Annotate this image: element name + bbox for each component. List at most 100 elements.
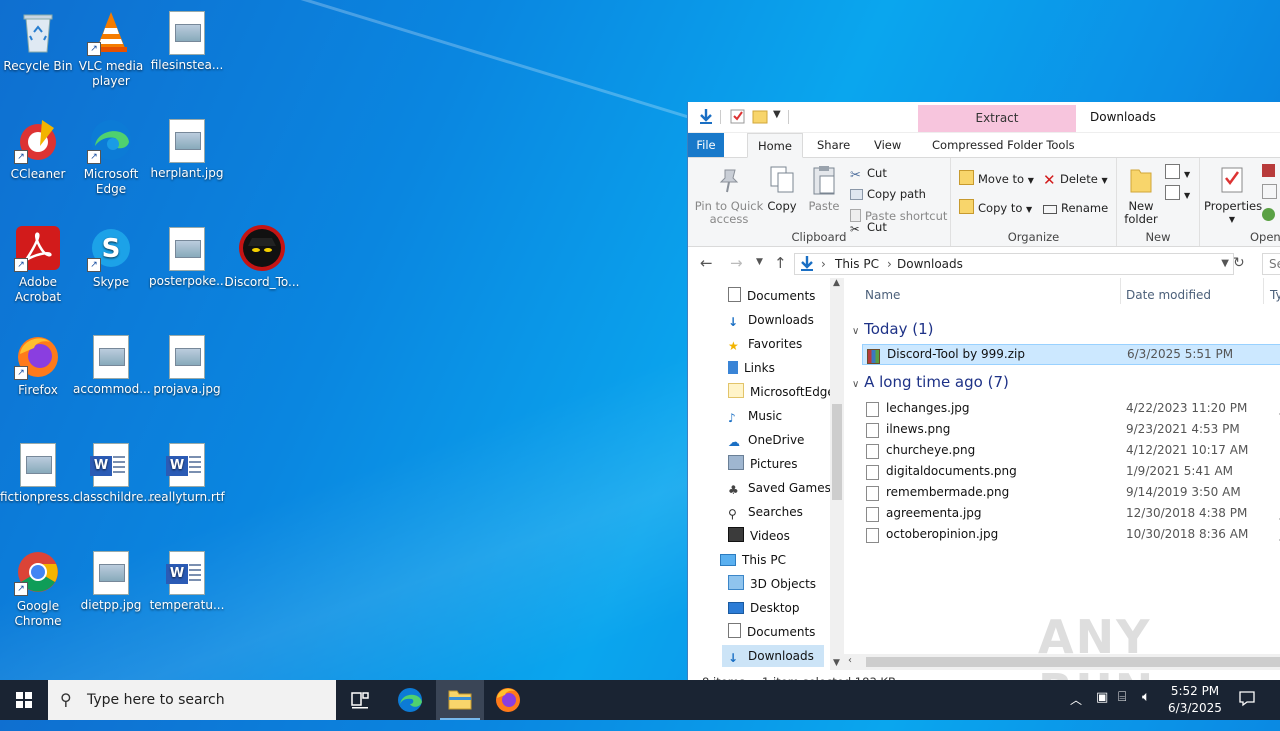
- tab-share[interactable]: Share: [807, 133, 860, 157]
- nav-item-onedrive[interactable]: ☁ OneDrive: [728, 429, 804, 451]
- scroll-left-chevron-icon[interactable]: ‹: [848, 655, 852, 666]
- properties-check-icon[interactable]: [730, 108, 746, 126]
- column-header-date-modified[interactable]: Date modified: [1126, 288, 1211, 302]
- copy-button[interactable]: Copy: [764, 164, 800, 213]
- cut-row[interactable]: ✂ Cut: [850, 164, 887, 183]
- copy-path-row[interactable]: Copy path: [850, 185, 926, 203]
- back-arrow-icon[interactable]: ←: [700, 254, 713, 272]
- nav-item-3d-objects[interactable]: 3D Objects: [728, 573, 816, 595]
- notification-center-icon[interactable]: [1238, 689, 1256, 729]
- paste-shortcut-button[interactable]: Paste shortcut: [850, 207, 947, 225]
- column-header-name[interactable]: Name: [865, 288, 900, 302]
- desktop-icon-edge[interactable]: ↗ Microsoft Edge: [73, 116, 149, 197]
- nav-item-favorites[interactable]: ★ Favorites: [728, 333, 802, 355]
- tab-compressed-folder-tools[interactable]: Compressed Folder Tools: [922, 133, 1085, 157]
- scroll-up-chevron-icon[interactable]: ▲: [833, 278, 840, 288]
- nav-item-microsoftedge[interactable]: MicrosoftEdge: [728, 381, 830, 403]
- delete-button[interactable]: ✕ Delete ▼: [1043, 170, 1108, 188]
- easy-access-button[interactable]: ▼: [1165, 185, 1190, 203]
- tab-view[interactable]: View: [864, 133, 911, 157]
- nav-item-pictures[interactable]: Pictures: [728, 453, 798, 475]
- table-row[interactable]: agreementa.jpg12/30/2018 4:38 PMJP: [862, 503, 1280, 524]
- group-header-today[interactable]: ∨ Today (1): [852, 320, 934, 338]
- customize-qat-icon[interactable]: ▼: [773, 109, 781, 127]
- history-item-icon[interactable]: [1262, 206, 1279, 224]
- address-bar[interactable]: › This PC › Downloads ▼: [794, 253, 1234, 275]
- new-folder-icon[interactable]: [752, 108, 768, 126]
- desktop-icon-file[interactable]: filesinstea...: [149, 8, 225, 73]
- group-header-long-ago[interactable]: ∨ A long time ago (7): [852, 373, 1009, 391]
- edit-item-icon[interactable]: [1262, 184, 1280, 202]
- properties-button[interactable]: Properties ▼: [1204, 164, 1262, 226]
- copy-to-button[interactable]: Copy to ▼: [959, 199, 1032, 217]
- network-icon[interactable]: ⌸: [1118, 689, 1126, 729]
- desktop-icon-firefox[interactable]: ↗ Firefox: [0, 332, 76, 398]
- table-row[interactable]: octoberopinion.jpg10/30/2018 8:36 AMJP: [862, 524, 1280, 545]
- pin-to-quick-access-button[interactable]: Pin to Quick access: [694, 164, 764, 226]
- table-row[interactable]: digitaldocuments.png1/9/2021 5:41 AMPI: [862, 461, 1280, 482]
- desktop-icon-discord-tool[interactable]: Discord_To...: [224, 224, 300, 290]
- address-dropdown-chevron-icon[interactable]: ▼: [1221, 254, 1229, 274]
- desktop-icon-file[interactable]: accommod...: [73, 332, 151, 397]
- desktop-icon-vlc[interactable]: ↗ VLC media player: [73, 8, 149, 89]
- table-row[interactable]: remembermade.png9/14/2019 3:50 AMPI: [862, 482, 1280, 503]
- table-row[interactable]: lechanges.jpg4/22/2023 11:20 PMJP: [862, 398, 1280, 419]
- desktop-icon-file[interactable]: posterpoke...: [149, 224, 228, 289]
- nav-item-this-pc[interactable]: This PC: [720, 549, 786, 571]
- desktop-icon-file[interactable]: projava.jpg: [149, 332, 225, 397]
- nav-item-videos[interactable]: Videos: [728, 525, 790, 547]
- desktop-icon-word-doc[interactable]: W reallyturn.rtf: [149, 440, 225, 505]
- move-to-button[interactable]: Move to ▼: [959, 170, 1034, 188]
- quick-access-download-icon[interactable]: [698, 108, 714, 126]
- desktop-icon-chrome[interactable]: ↗ Google Chrome: [0, 548, 76, 629]
- recent-locations-chevron-icon[interactable]: ▼: [756, 257, 763, 267]
- nav-item-searches[interactable]: ⚲ Searches: [728, 501, 803, 523]
- desktop-icon-ccleaner[interactable]: ↗ CCleaner: [0, 116, 76, 182]
- desktop-icon-recycle-bin[interactable]: Recycle Bin: [0, 8, 76, 74]
- scrollbar-thumb[interactable]: [832, 404, 842, 500]
- tab-home[interactable]: Home: [747, 133, 803, 158]
- rename-button[interactable]: Rename: [1043, 199, 1108, 217]
- nav-item-documents-pc[interactable]: Documents: [728, 621, 815, 643]
- refresh-icon[interactable]: ↻: [1233, 255, 1245, 271]
- tab-file[interactable]: File: [688, 133, 724, 157]
- nav-pane-scrollbar[interactable]: ▲ ▼: [830, 278, 844, 670]
- nav-item-links[interactable]: Links: [728, 357, 775, 379]
- desktop-icon-word-doc[interactable]: W classchildre...: [73, 440, 155, 505]
- context-tab-extract[interactable]: Extract: [918, 105, 1076, 132]
- up-arrow-icon[interactable]: ↑: [774, 254, 787, 272]
- open-item-icon[interactable]: [1262, 162, 1279, 180]
- nav-item-documents[interactable]: Documents: [728, 285, 815, 307]
- desktop-icon-file[interactable]: herplant.jpg: [149, 116, 225, 181]
- show-hidden-icons-chevron-icon[interactable]: ︿: [1070, 691, 1082, 731]
- volume-icon[interactable]: 🔈︎: [1142, 689, 1150, 729]
- desktop-icon-skype[interactable]: S ↗ Skype: [73, 224, 149, 290]
- forward-arrow-icon[interactable]: →: [730, 254, 743, 272]
- taskbar-search-box[interactable]: ⚲ Type here to search: [48, 680, 336, 720]
- nav-item-downloads-pc[interactable]: ↓ Downloads: [722, 645, 824, 667]
- desktop-icon-adobe-acrobat[interactable]: ↗ Adobe Acrobat: [0, 224, 76, 305]
- nav-item-music[interactable]: ♪ Music: [728, 405, 782, 427]
- desktop-icon-word-doc[interactable]: W temperatu...: [149, 548, 225, 613]
- breadcrumb-this-pc[interactable]: This PC: [835, 254, 879, 274]
- paste-button[interactable]: Paste: [805, 164, 843, 213]
- table-row[interactable]: churcheye.png4/12/2021 10:17 AMPI: [862, 440, 1280, 461]
- task-view-button[interactable]: [336, 680, 384, 720]
- start-button[interactable]: [0, 680, 48, 720]
- nav-item-desktop[interactable]: Desktop: [728, 597, 800, 619]
- search-box[interactable]: Se: [1262, 253, 1280, 275]
- scroll-down-chevron-icon[interactable]: ▼: [833, 658, 840, 668]
- nav-item-saved-games[interactable]: ♣ Saved Games: [728, 477, 830, 499]
- new-item-button[interactable]: ▼: [1165, 164, 1190, 182]
- nav-item-downloads[interactable]: ↓ Downloads: [728, 309, 814, 331]
- breadcrumb-downloads[interactable]: Downloads: [897, 254, 963, 274]
- taskbar-file-explorer[interactable]: [436, 680, 484, 720]
- system-clock[interactable]: 5:52 PM 6/3/2025: [1160, 683, 1230, 717]
- desktop-icon-file[interactable]: dietpp.jpg: [73, 548, 149, 613]
- taskbar-edge[interactable]: [386, 680, 434, 720]
- new-folder-button[interactable]: New folder: [1123, 164, 1159, 226]
- table-row[interactable]: Discord-Tool by 999.zip 6/3/2025 5:51 PM…: [862, 344, 1280, 365]
- desktop-icon-file[interactable]: fictionpress...: [0, 440, 81, 505]
- column-header-type[interactable]: Ty: [1270, 288, 1280, 302]
- table-row[interactable]: ilnews.png9/23/2021 4:53 PMPI: [862, 419, 1280, 440]
